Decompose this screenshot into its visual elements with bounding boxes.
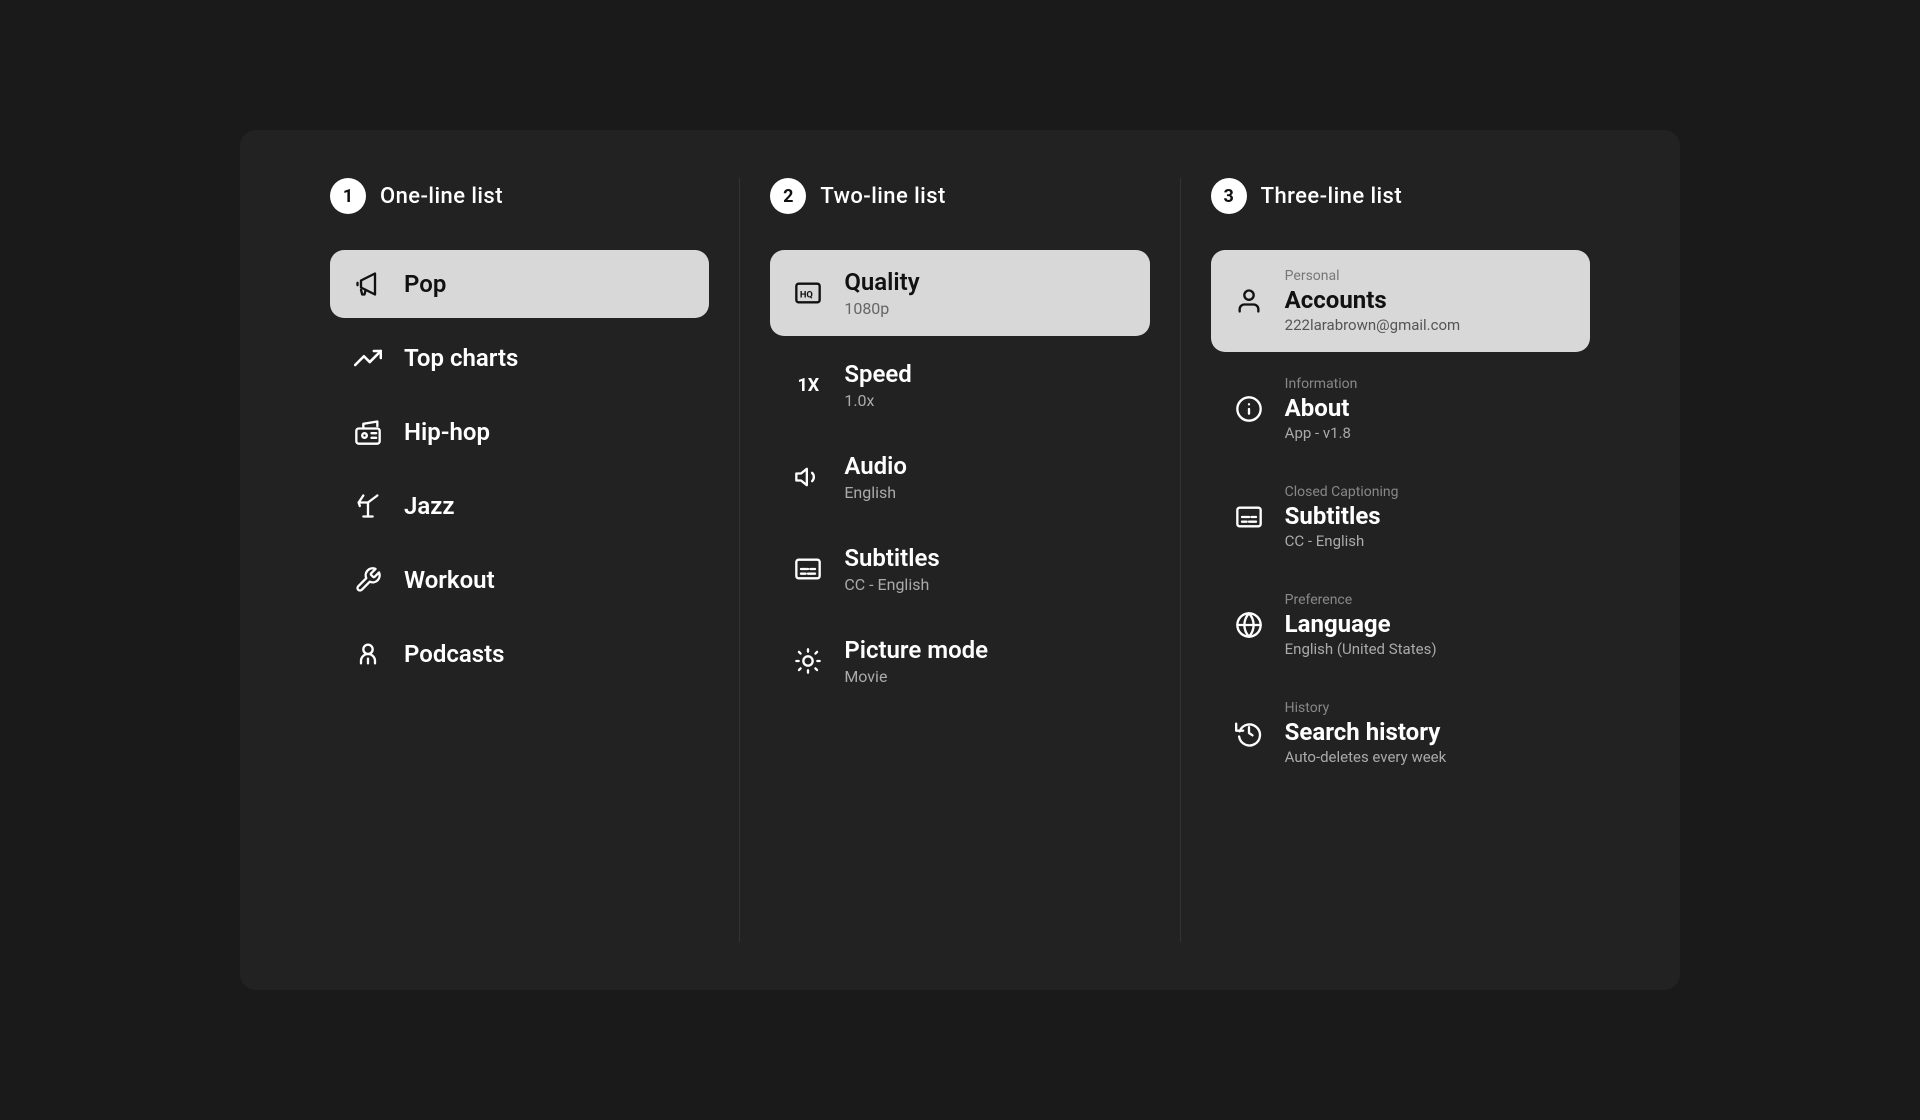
badge-3: 3 bbox=[1211, 178, 1247, 214]
list-item-top-charts[interactable]: Top charts bbox=[330, 324, 709, 392]
column-two-header: 2 Two-line list bbox=[770, 178, 1149, 214]
pop-label: Pop bbox=[404, 270, 446, 298]
picture-mode-sub: Movie bbox=[844, 667, 988, 686]
trending-up-icon bbox=[352, 342, 384, 374]
language-main: Language bbox=[1285, 610, 1437, 638]
subtitles-icon bbox=[792, 553, 824, 585]
picture-mode-icon bbox=[792, 645, 824, 677]
language-top: Preference bbox=[1285, 592, 1437, 608]
workout-label: Workout bbox=[404, 566, 495, 594]
radio-icon bbox=[352, 416, 384, 448]
subtitles-three-text: Closed Captioning Subtitles CC - English bbox=[1285, 484, 1399, 550]
search-history-main: Search history bbox=[1285, 718, 1447, 746]
column-one-title: One-line list bbox=[380, 184, 503, 209]
audio-text: Audio English bbox=[844, 452, 907, 502]
list-item-picture-mode[interactable]: Picture mode Movie bbox=[770, 618, 1149, 704]
picture-mode-main: Picture mode bbox=[844, 636, 988, 664]
speed-text: Speed 1.0x bbox=[844, 360, 912, 410]
accounts-text: Personal Accounts 222larabrown@gmail.com bbox=[1285, 268, 1461, 334]
list-item-subtitles-three[interactable]: Closed Captioning Subtitles CC - English bbox=[1211, 466, 1590, 568]
list-item-podcasts[interactable]: Podcasts bbox=[330, 620, 709, 688]
list-item-speed[interactable]: 1X Speed 1.0x bbox=[770, 342, 1149, 428]
cc-icon bbox=[1233, 501, 1265, 533]
list-item-language[interactable]: Preference Language English (United Stat… bbox=[1211, 574, 1590, 676]
subtitles-three-top: Closed Captioning bbox=[1285, 484, 1399, 500]
audio-sub: English bbox=[844, 483, 907, 502]
column-three-title: Three-line list bbox=[1261, 184, 1402, 209]
podcast-icon bbox=[352, 638, 384, 670]
list-item-audio[interactable]: Audio English bbox=[770, 434, 1149, 520]
list-item-search-history[interactable]: History Search history Auto-deletes ever… bbox=[1211, 682, 1590, 784]
speed-sub: 1.0x bbox=[844, 391, 912, 410]
hd-icon: HQ bbox=[792, 277, 824, 309]
subtitles-text: Subtitles CC - English bbox=[844, 544, 939, 594]
hip-hop-label: Hip-hop bbox=[404, 418, 490, 446]
language-sub: English (United States) bbox=[1285, 640, 1437, 658]
about-sub: App - v1.8 bbox=[1285, 424, 1358, 442]
search-history-sub: Auto-deletes every week bbox=[1285, 748, 1447, 766]
person-icon bbox=[1233, 285, 1265, 317]
1x-icon: 1X bbox=[792, 375, 824, 396]
badge-2: 2 bbox=[770, 178, 806, 214]
top-charts-label: Top charts bbox=[404, 344, 518, 372]
subtitles-three-sub: CC - English bbox=[1285, 532, 1399, 550]
podcasts-label: Podcasts bbox=[404, 640, 505, 668]
list-item-pop[interactable]: Pop bbox=[330, 250, 709, 318]
list-item-quality[interactable]: HQ Quality 1080p bbox=[770, 250, 1149, 336]
list-item-about[interactable]: Information About App - v1.8 bbox=[1211, 358, 1590, 460]
accounts-main: Accounts bbox=[1285, 286, 1461, 314]
list-item-jazz[interactable]: Jazz bbox=[330, 472, 709, 540]
info-icon bbox=[1233, 393, 1265, 425]
search-history-top: History bbox=[1285, 700, 1447, 716]
column-two-line: 2 Two-line list HQ Quality 1080p 1X Spee… bbox=[740, 178, 1180, 942]
cocktail-icon bbox=[352, 490, 384, 522]
list-item-accounts[interactable]: Personal Accounts 222larabrown@gmail.com bbox=[1211, 250, 1590, 352]
column-two-title: Two-line list bbox=[820, 184, 945, 209]
globe-icon bbox=[1233, 609, 1265, 641]
quality-sub: 1080p bbox=[844, 299, 919, 318]
accounts-sub: 222larabrown@gmail.com bbox=[1285, 316, 1461, 334]
column-one-header: 1 One-line list bbox=[330, 178, 709, 214]
tools-icon bbox=[352, 564, 384, 596]
audio-icon bbox=[792, 461, 824, 493]
history-icon bbox=[1233, 717, 1265, 749]
picture-mode-text: Picture mode Movie bbox=[844, 636, 988, 686]
accounts-top: Personal bbox=[1285, 268, 1461, 284]
audio-main: Audio bbox=[844, 452, 907, 480]
quality-main: Quality bbox=[844, 268, 919, 296]
column-one-line: 1 One-line list Pop Top charts bbox=[300, 178, 740, 942]
list-item-subtitles[interactable]: Subtitles CC - English bbox=[770, 526, 1149, 612]
svg-text:HQ: HQ bbox=[800, 290, 814, 301]
subtitles-main: Subtitles bbox=[844, 544, 939, 572]
megaphone-icon bbox=[352, 268, 384, 300]
list-item-hip-hop[interactable]: Hip-hop bbox=[330, 398, 709, 466]
search-history-text: History Search history Auto-deletes ever… bbox=[1285, 700, 1447, 766]
about-top: Information bbox=[1285, 376, 1358, 392]
language-text: Preference Language English (United Stat… bbox=[1285, 592, 1437, 658]
about-text: Information About App - v1.8 bbox=[1285, 376, 1358, 442]
quality-text: Quality 1080p bbox=[844, 268, 919, 318]
column-three-header: 3 Three-line list bbox=[1211, 178, 1590, 214]
subtitles-three-main: Subtitles bbox=[1285, 502, 1399, 530]
subtitles-sub: CC - English bbox=[844, 575, 939, 594]
speed-main: Speed bbox=[844, 360, 912, 388]
badge-1: 1 bbox=[330, 178, 366, 214]
main-container: 1 One-line list Pop Top charts bbox=[240, 130, 1680, 990]
column-three-line: 3 Three-line list Personal Accounts 222l… bbox=[1181, 178, 1620, 942]
jazz-label: Jazz bbox=[404, 492, 455, 520]
list-item-workout[interactable]: Workout bbox=[330, 546, 709, 614]
about-main: About bbox=[1285, 394, 1358, 422]
